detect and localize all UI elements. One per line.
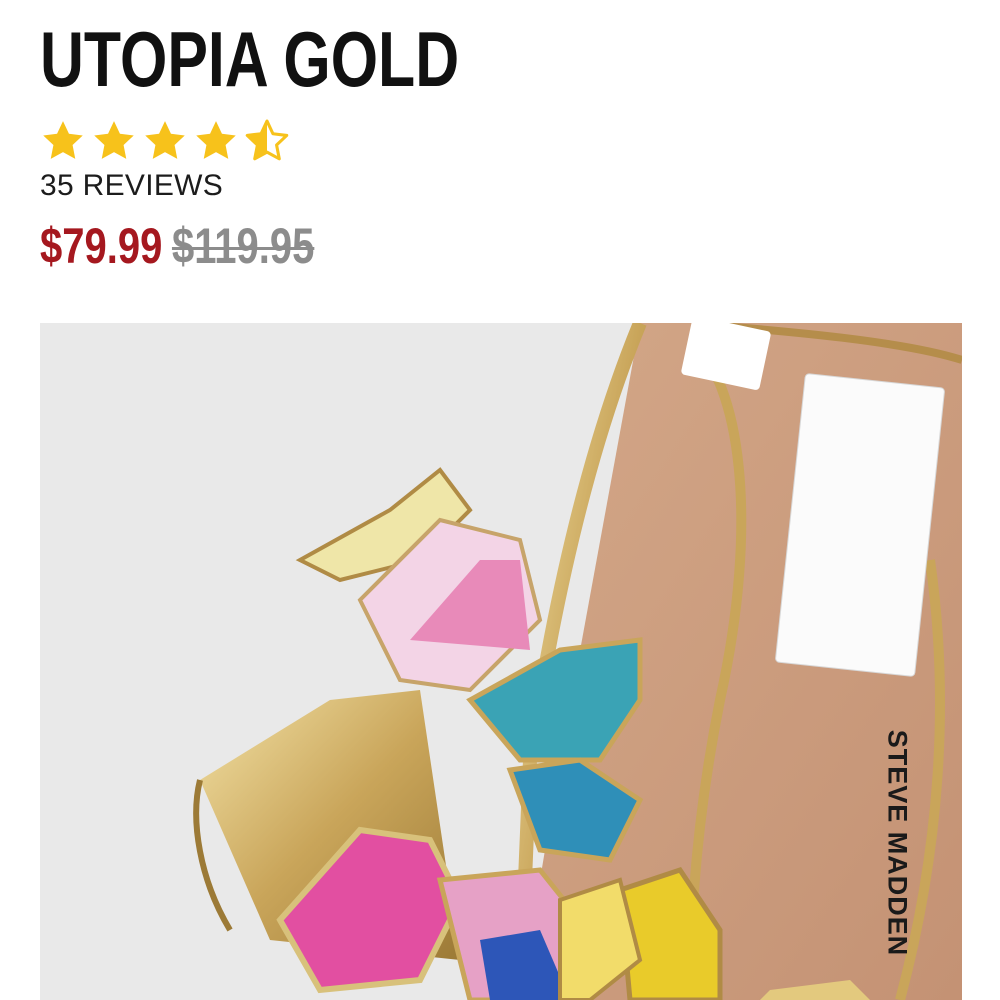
product-image[interactable]: STEVE MADDEN [40,323,962,1000]
star-rating[interactable] [40,118,290,164]
price-block: $79.99 $119.95 [40,216,314,276]
half-star-icon [245,119,289,161]
brand-label-text: STEVE MADDEN [882,729,913,957]
original-price: $119.95 [171,218,315,274]
star-icon [94,121,134,159]
star-icon [196,121,236,159]
sale-price: $79.99 [40,218,163,274]
star-icon [145,121,185,159]
product-title: UTOPIA GOLD [40,15,460,103]
product-photo-icon [40,323,962,1000]
star-icon [43,121,83,159]
reviews-link[interactable]: 35 REVIEWS [40,168,223,204]
